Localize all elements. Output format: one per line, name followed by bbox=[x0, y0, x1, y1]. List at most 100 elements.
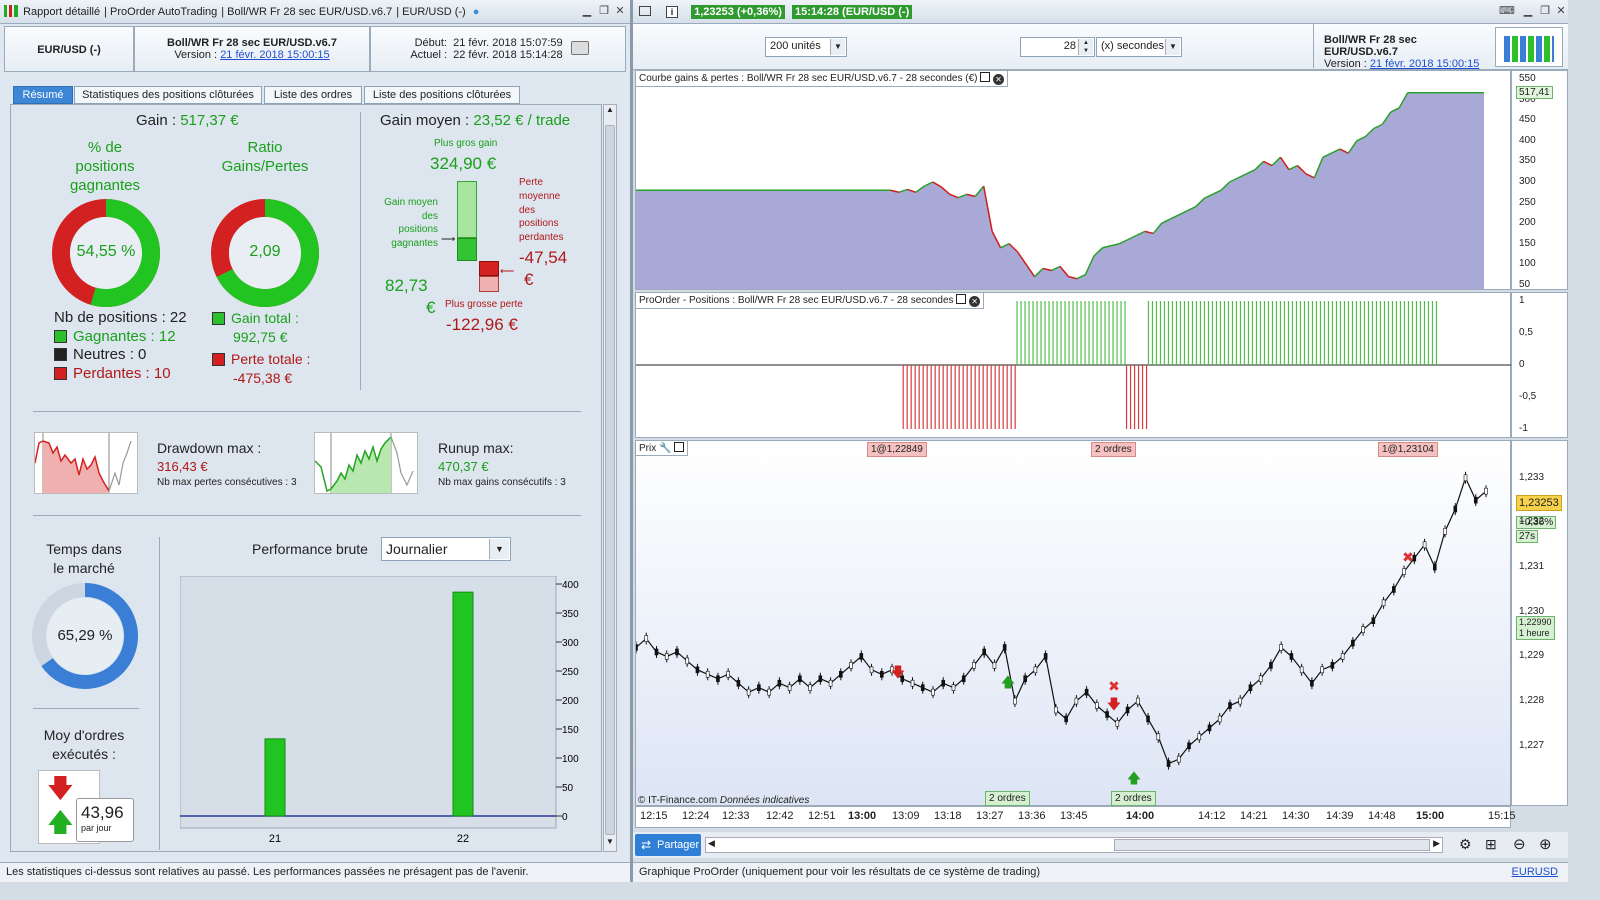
price-ytick: 1,230 bbox=[1519, 605, 1545, 617]
scroll-left-icon[interactable]: ◀ bbox=[708, 838, 715, 849]
chart-icon bbox=[639, 6, 651, 16]
ratio-title: Ratio Gains/Pertes bbox=[210, 138, 320, 176]
price-candle bbox=[1115, 720, 1120, 727]
price-candle bbox=[1453, 505, 1458, 513]
positions-svg bbox=[636, 301, 1512, 429]
report-thumbnail-icon[interactable] bbox=[1495, 27, 1563, 67]
buy-arrow-icon: 🡅 bbox=[1127, 771, 1141, 787]
price-xtick: 12:15 bbox=[640, 810, 668, 822]
share-label: Partager bbox=[657, 839, 700, 851]
price-candle bbox=[787, 684, 792, 691]
symbol-link[interactable]: EURUSD bbox=[1512, 863, 1558, 881]
right-version-label: Version : bbox=[1324, 58, 1367, 70]
period-unit-chevron-icon[interactable]: ▼ bbox=[1165, 39, 1180, 55]
app-icon bbox=[4, 5, 18, 17]
time-scroll-thumb[interactable] bbox=[1114, 839, 1430, 851]
units-value: 200 unités bbox=[770, 40, 821, 52]
right-strategy-box: Boll/WR Fr 28 sec EUR/USD.v6.7 Version :… bbox=[1313, 24, 1491, 70]
temps-label-1: Temps dans bbox=[46, 541, 122, 557]
positions-legend: Nb de positions : 22 Gagnantes : 12 Neut… bbox=[54, 309, 187, 383]
title-strategy: Boll/WR Fr 28 sec EUR/USD.v6.7 bbox=[227, 6, 393, 18]
tab-orders[interactable]: Liste des ordres bbox=[264, 86, 362, 104]
info-bubble-icon[interactable]: ● bbox=[473, 6, 480, 18]
maximize-icon-3[interactable] bbox=[674, 442, 685, 452]
legend-neutres: Neutres : 0 bbox=[73, 346, 147, 363]
zoom-in-icon[interactable]: ⊕ bbox=[1539, 835, 1552, 853]
time-scrollbar[interactable]: ◀ ▶ bbox=[705, 837, 1443, 853]
watermark-text: © IT-Finance.com bbox=[638, 795, 718, 806]
right-footer: Graphique ProOrder (uniquement pour voir… bbox=[633, 862, 1568, 882]
pct-win-value: 54,55 % bbox=[76, 243, 136, 260]
marker-tag-2: 2 ordres bbox=[1091, 442, 1136, 457]
price-candle bbox=[736, 679, 741, 687]
equity-ytick: 550 bbox=[1519, 73, 1536, 85]
gmg-2: des bbox=[421, 210, 438, 222]
zoom-out-icon[interactable]: ⊖ bbox=[1513, 835, 1526, 853]
gain-moyen-value: 23,52 € / trade bbox=[473, 112, 571, 129]
plus-gros-gain-bar bbox=[457, 181, 477, 238]
restore-icon[interactable]: ❐ bbox=[597, 4, 611, 18]
right-version-link[interactable]: 21 févr. 2018 15:00:15 bbox=[1370, 58, 1479, 70]
runup-sparkline bbox=[314, 432, 418, 494]
perf-period-select[interactable]: Journalier ▼ bbox=[381, 537, 511, 561]
arrow-right-icon: ⟶ bbox=[441, 234, 456, 245]
period-unit-select[interactable]: (x) secondes ▼ bbox=[1096, 37, 1182, 57]
close-icon[interactable]: ✕ bbox=[613, 4, 627, 18]
scrollbar[interactable]: ▲ ▼ bbox=[603, 104, 617, 852]
units-select[interactable]: 200 unités ▼ bbox=[765, 37, 847, 57]
chevron-down-icon[interactable]: ▼ bbox=[489, 539, 509, 559]
share-button[interactable]: ⇄ Partager bbox=[635, 834, 701, 856]
chart-settings-icon[interactable]: ⚙ bbox=[1459, 836, 1472, 853]
price-candle bbox=[1228, 702, 1232, 709]
period-stepper-icon[interactable]: ▲ ▼ bbox=[1078, 39, 1093, 55]
perf-ytick-label: 400 bbox=[562, 580, 579, 591]
zoom-fit-icon[interactable]: ⊞ bbox=[1485, 836, 1497, 853]
equity-title: Courbe gains & pertes : Boll/WR Fr 28 se… bbox=[636, 71, 1009, 87]
info-icon[interactable]: i bbox=[666, 6, 679, 18]
tab-closed-positions[interactable]: Liste des positions clôturées bbox=[364, 86, 520, 104]
print-icon[interactable] bbox=[571, 41, 589, 55]
close-circle-icon-2[interactable]: ✕ bbox=[969, 296, 981, 307]
period-input[interactable]: 28 ▲ ▼ bbox=[1020, 37, 1095, 57]
gain-moyen-bar bbox=[457, 238, 477, 261]
price-candle bbox=[1217, 715, 1222, 723]
positions-ytick: -0,5 bbox=[1519, 391, 1537, 402]
perf-ytick-label: 100 bbox=[562, 754, 579, 765]
r-close-icon[interactable]: ✕ bbox=[1554, 4, 1568, 18]
title-report: Rapport détaillé bbox=[23, 6, 101, 18]
price-candle bbox=[1125, 706, 1130, 714]
tab-resume[interactable]: Résumé bbox=[13, 86, 73, 104]
price-xtick: 13:36 bbox=[1018, 810, 1046, 822]
scroll-right-icon[interactable]: ▶ bbox=[1433, 838, 1440, 849]
wrench-icon[interactable]: 🔧 bbox=[659, 443, 671, 454]
perf-xtick-label: 22 bbox=[457, 833, 469, 845]
price-chart: 🡇 ✖ 🡇 🡅 🡅 ✖ Prix 🔧 1@1,22849 2 ordres 1@1,231… bbox=[634, 440, 1511, 806]
units-chevron-icon[interactable]: ▼ bbox=[830, 39, 845, 55]
close-circle-icon-1[interactable]: ✕ bbox=[993, 74, 1005, 85]
scroll-thumb[interactable] bbox=[605, 125, 615, 835]
ratio-title-1: Ratio bbox=[247, 139, 283, 156]
tab-stats-closed[interactable]: Statistiques des positions clôturées bbox=[74, 86, 262, 104]
minimize-icon[interactable]: ▁ bbox=[580, 4, 594, 18]
maximize-icon-1[interactable] bbox=[980, 72, 991, 82]
price-candle bbox=[1289, 653, 1294, 660]
price-candle bbox=[777, 679, 782, 687]
price-candle bbox=[695, 666, 700, 674]
price-svg: 🡇 ✖ 🡇 🡅 🡅 ✖ bbox=[634, 471, 1488, 787]
price-candle bbox=[1258, 675, 1263, 683]
price-xaxis: 12:15 12:24 12:33 12:42 12:51 13:00 13:09 13:18… bbox=[635, 806, 1516, 828]
r-restore-icon[interactable]: ❐ bbox=[1538, 4, 1552, 18]
maximize-icon-2[interactable] bbox=[956, 294, 967, 304]
price-candle bbox=[654, 648, 659, 656]
title-proorder: ProOrder AutoTrading bbox=[110, 6, 218, 18]
positions-ytick: 1 bbox=[1519, 295, 1525, 306]
keyboard-icon[interactable]: ⌨ bbox=[1499, 4, 1515, 18]
arrow-left-icon: ⟵ bbox=[500, 266, 515, 277]
price-candle bbox=[828, 679, 833, 687]
r-minimize-icon[interactable]: ▁ bbox=[1521, 4, 1535, 18]
window-splitter[interactable] bbox=[630, 0, 633, 882]
scroll-down-icon[interactable]: ▼ bbox=[604, 837, 616, 851]
perf-period-value: Journalier bbox=[386, 541, 448, 557]
version-link[interactable]: 21 févr. 2018 15:00:15 bbox=[220, 49, 329, 61]
scroll-up-icon[interactable]: ▲ bbox=[604, 105, 616, 119]
